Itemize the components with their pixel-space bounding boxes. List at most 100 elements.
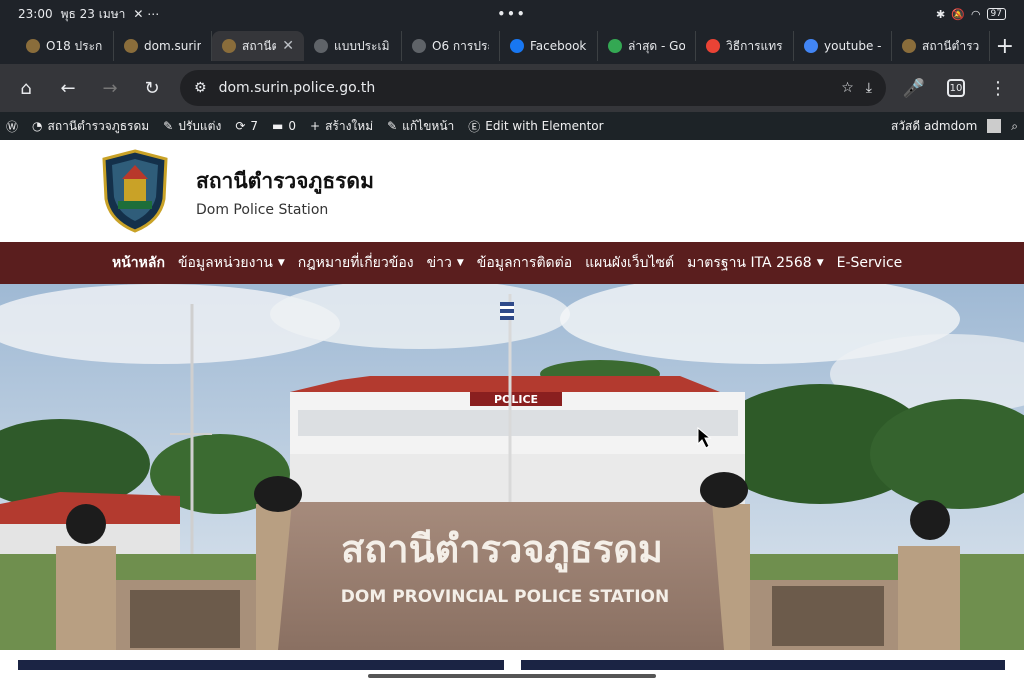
updates-icon: ⟳: [235, 119, 246, 133]
multitask-dots[interactable]: •••: [497, 7, 526, 21]
tab-title: ล่าสุด - Go: [628, 38, 685, 53]
chevron-down-icon[interactable]: ▼: [278, 258, 285, 268]
tab-title: แบบประเมิ: [334, 38, 390, 53]
browser-tab[interactable]: Facebook: [500, 31, 598, 61]
bluetooth-icon: ✱: [936, 7, 946, 21]
nav-item[interactable]: ข้อมูลหน่วยงาน ▼: [178, 252, 285, 274]
sign-english-text: DOM PROVINCIAL POLICE STATION: [341, 587, 669, 607]
tab-title: สถานีตำรว: [922, 38, 979, 53]
tab-strip: O18 ประกา dom.surin สถานีตำ ✕ แบบประเมิ O6 กา…: [0, 28, 1024, 64]
search-icon[interactable]: ⌕: [1011, 119, 1018, 134]
tab-favicon-icon: [706, 39, 720, 53]
battery-icon: 97: [986, 8, 1006, 20]
browser-tab[interactable]: O6 การประ: [402, 31, 500, 61]
hero-image: POLICE สถานีตำรวจภูธรดม DOM PROVINCIAL P…: [0, 284, 1024, 650]
brush-icon: ✎: [163, 119, 174, 133]
police-badge-logo[interactable]: [100, 149, 170, 233]
tab-title: O18 ประกา: [46, 38, 103, 53]
browser-tab[interactable]: ล่าสุด - Go: [598, 31, 696, 61]
new-tab-button[interactable]: +: [996, 34, 1014, 59]
browser-tab[interactable]: youtube -: [794, 31, 892, 61]
browser-tab[interactable]: O18 ประกา: [16, 31, 114, 61]
browser-tab[interactable]: สถานีตำ ✕: [212, 31, 304, 61]
chevron-down-icon[interactable]: ▼: [457, 258, 464, 268]
site-tagline: Dom Police Station: [196, 201, 329, 218]
close-tab-icon[interactable]: ✕: [282, 38, 294, 54]
site-title[interactable]: สถานีตำรวจภูธรดม: [196, 165, 374, 198]
tab-favicon-icon: [608, 39, 622, 53]
tab-favicon-icon: [902, 39, 916, 53]
sign-thai-text: สถานีตำรวจภูธรดม: [341, 527, 663, 573]
wp-comments[interactable]: ▬ 0: [272, 119, 296, 133]
back-icon[interactable]: ←: [54, 74, 82, 102]
browser-toolbar: ⌂ ← → ↻ ⚙ dom.surin.police.go.th ☆ ⤓ 🎤 1…: [0, 64, 1024, 112]
wp-site-name[interactable]: ◔ สถานีตำรวจภูธรดม: [32, 117, 149, 136]
tab-title: dom.surin: [144, 39, 201, 53]
tab-favicon-icon: [124, 39, 138, 53]
clock: 23:00: [18, 7, 53, 21]
tab-title: Facebook: [530, 39, 587, 53]
tab-title: O6 การประ: [432, 38, 489, 53]
tab-favicon-icon: [26, 39, 40, 53]
address-bar[interactable]: ⚙ dom.surin.police.go.th ☆ ⤓: [180, 70, 886, 106]
tab-favicon-icon: [510, 39, 524, 53]
browser-tab[interactable]: วิธีการแทรก: [696, 31, 794, 61]
browser-tab[interactable]: สถานีตำรว: [892, 31, 990, 61]
system-status-bar: 23:00 พุธ 23 เมษา ✕ ⋯ ••• ✱ 🔕 ◠ 97: [0, 0, 1024, 28]
main-navigation: หน้าหลัก ข้อมูลหน่วยงาน ▼ กฎหมายที่เกี่ยวข้…: [0, 242, 1024, 284]
home-icon[interactable]: ⌂: [12, 74, 40, 102]
wp-edit-elementor[interactable]: Ⓔ Edit with Elementor: [468, 118, 603, 135]
wordpress-logo-icon[interactable]: Ⓦ: [6, 118, 18, 135]
pencil-icon: ✎: [387, 119, 398, 133]
nav-item[interactable]: มาตรฐาน ITA 2568 ▼: [687, 252, 823, 274]
plus-icon: +: [310, 119, 321, 133]
reload-icon[interactable]: ↻: [138, 74, 166, 102]
date: พุธ 23 เมษา: [60, 6, 126, 21]
download-icon[interactable]: ⤓: [866, 80, 872, 96]
nav-item-label: E-Service: [836, 255, 903, 271]
nav-item-label: แผนผังเว็บไซต์: [585, 255, 675, 271]
nav-item[interactable]: หน้าหลัก: [112, 252, 165, 274]
wp-updates[interactable]: ⟳ 7: [235, 119, 258, 133]
url-text[interactable]: dom.surin.police.go.th: [219, 80, 830, 96]
nav-item[interactable]: ข่าว ▼: [427, 252, 464, 274]
nav-item[interactable]: E-Service: [837, 255, 903, 271]
nav-item-label: ข่าว: [426, 255, 452, 271]
home-indicator[interactable]: [368, 674, 656, 678]
comment-icon: ▬: [272, 119, 284, 133]
section-bar-left: [18, 660, 504, 670]
wp-account-greeting[interactable]: สวัสดี admdom: [891, 117, 977, 136]
microphone-icon[interactable]: 🎤: [900, 74, 928, 102]
content-preview-strip: [0, 650, 1024, 682]
wp-admin-bar: Ⓦ ◔ สถานีตำรวจภูธรดม ✎ ปรับแต่ง ⟳ 7 ▬ 0 + สร้…: [0, 112, 1024, 140]
avatar[interactable]: [987, 119, 1002, 133]
menu-icon[interactable]: ⋮: [984, 74, 1012, 102]
site-header: สถานีตำรวจภูธรดม Dom Police Station: [0, 140, 1024, 242]
nav-item[interactable]: กฎหมายที่เกี่ยวข้อง: [298, 252, 414, 274]
tab-title: สถานีตำ: [242, 38, 276, 53]
nav-item[interactable]: ข้อมูลการติดต่อ: [477, 252, 572, 274]
nav-item-label: ข้อมูลหน่วยงาน: [177, 255, 273, 271]
tab-favicon-icon: [804, 39, 818, 53]
tab-title: youtube -: [824, 39, 881, 53]
forward-icon[interactable]: →: [96, 74, 124, 102]
tab-favicon-icon: [412, 39, 426, 53]
site-settings-icon[interactable]: ⚙: [194, 80, 207, 96]
browser-tab[interactable]: dom.surin: [114, 31, 212, 61]
browser-tab[interactable]: แบบประเมิ: [304, 31, 402, 61]
nav-item[interactable]: แผนผังเว็บไซต์: [585, 252, 674, 274]
bookmark-star-icon[interactable]: ☆: [841, 80, 854, 96]
nav-item-label: หน้าหลัก: [112, 255, 165, 271]
wifi-icon: ◠: [970, 7, 981, 21]
tab-title: วิธีการแทรก: [726, 38, 783, 53]
tab-favicon-icon: [222, 39, 236, 53]
nav-item-label: ข้อมูลการติดต่อ: [476, 255, 573, 271]
section-bar-right: [521, 660, 1005, 670]
elementor-icon: Ⓔ: [468, 119, 481, 134]
wp-edit-page[interactable]: ✎ แก้ไขหน้า: [387, 117, 454, 136]
chevron-down-icon[interactable]: ▼: [817, 258, 824, 268]
wp-new-content[interactable]: + สร้างใหม่: [310, 117, 373, 136]
tab-switcher-button[interactable]: 10: [942, 74, 970, 102]
wp-customize[interactable]: ✎ ปรับแต่ง: [163, 117, 221, 136]
nav-item-label: กฎหมายที่เกี่ยวข้อง: [297, 255, 414, 271]
